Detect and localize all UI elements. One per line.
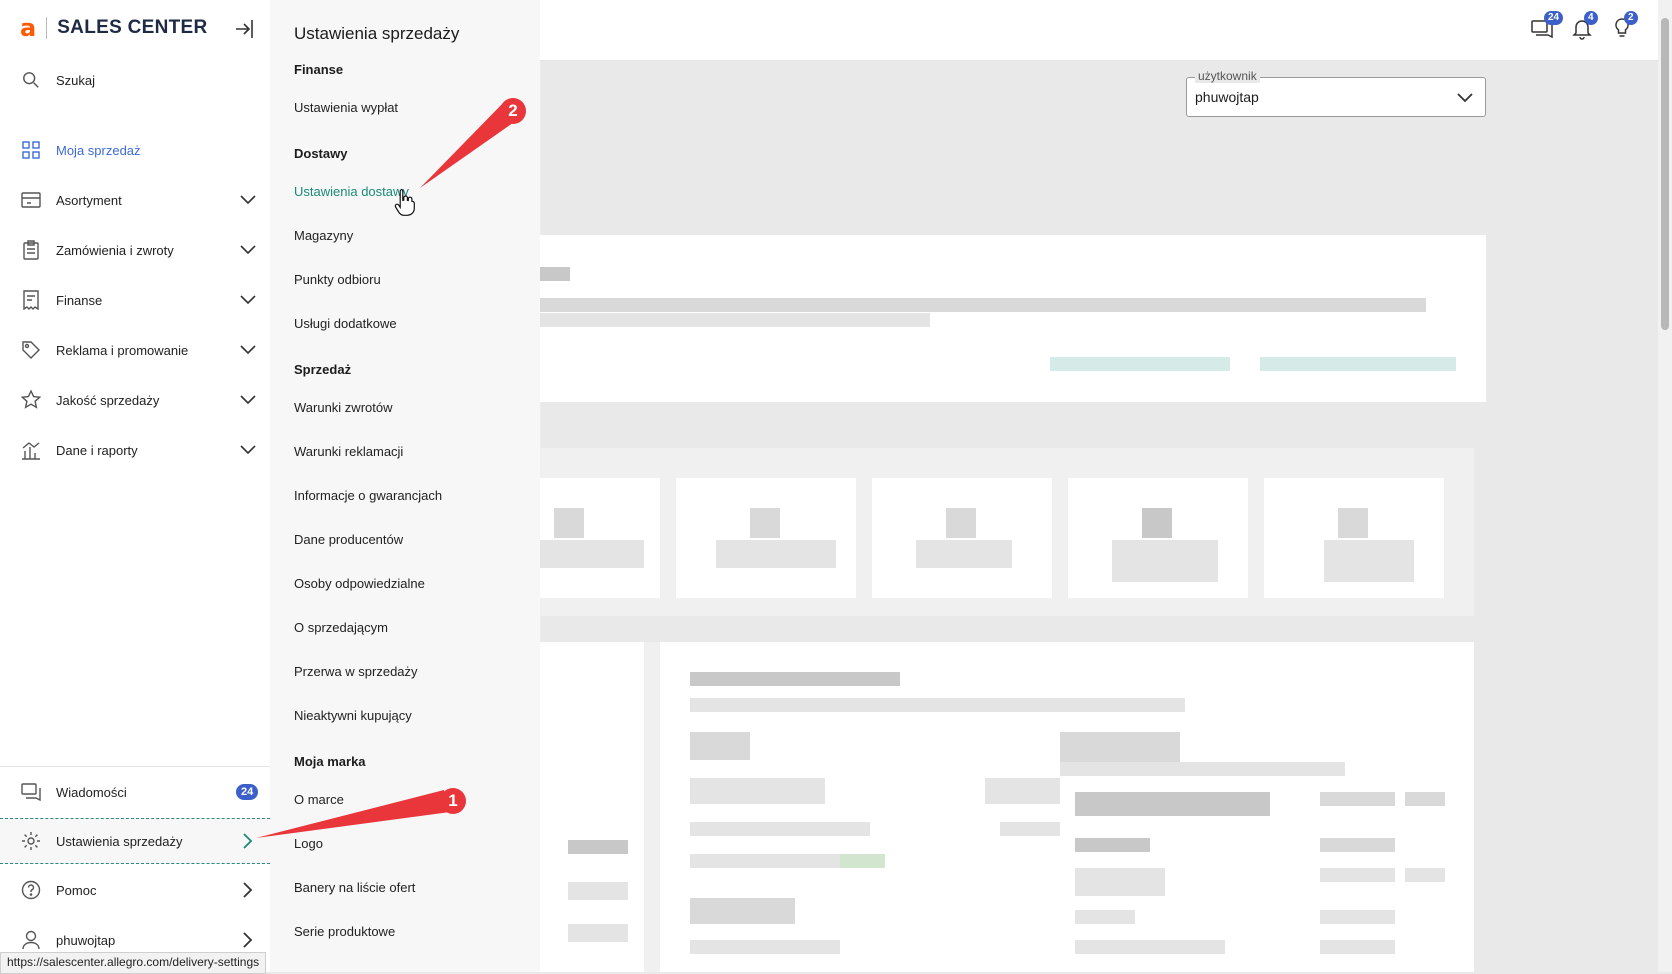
annotation-arrow-1 bbox=[256, 790, 450, 838]
status-bar-url: https://salescenter.allegro.com/delivery… bbox=[0, 952, 267, 974]
annotation-arrows bbox=[256, 100, 520, 838]
annotation-marker-2: 2 bbox=[500, 98, 526, 124]
annotation-marker-1: 1 bbox=[440, 788, 466, 814]
